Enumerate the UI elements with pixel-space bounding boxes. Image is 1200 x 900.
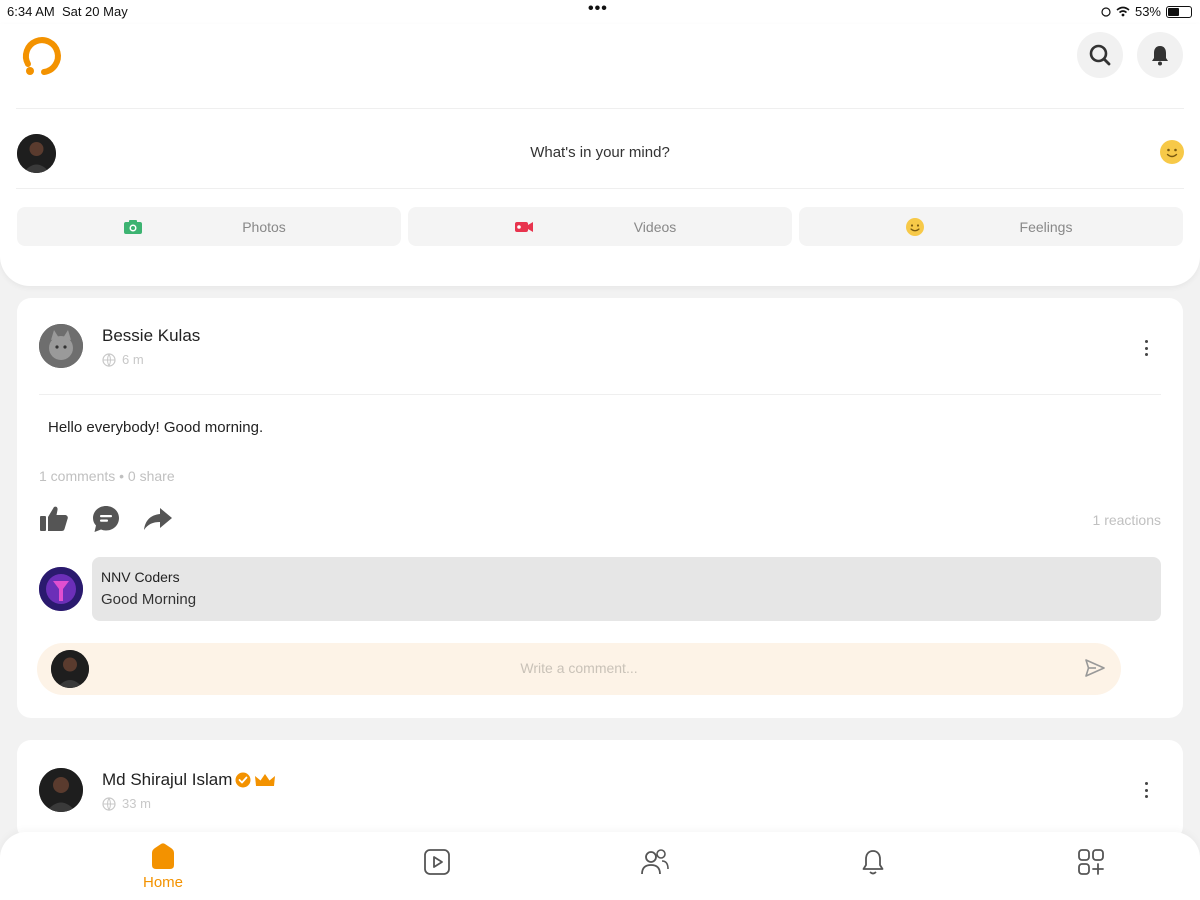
post-meta: 33 m — [102, 796, 151, 811]
more-options-icon[interactable] — [1143, 782, 1149, 798]
nnv-logo-icon — [39, 567, 83, 611]
nav-home-label: Home — [142, 874, 183, 891]
rotation-lock-icon — [1101, 6, 1111, 17]
status-right: 53% — [1101, 4, 1192, 19]
videos-button[interactable]: Videos — [408, 207, 792, 246]
status-time: 6:34 AM Sat 20 May — [7, 4, 128, 19]
author-avatar[interactable] — [39, 768, 83, 812]
top-section: What's in your mind? Photos Videos Feeli… — [0, 24, 1200, 286]
status-date: Sat 20 May — [61, 4, 128, 19]
multitasking-dots-icon[interactable]: ••• — [588, 0, 608, 18]
post-card: Bessie Kulas 6 m Hello everybody! Good m… — [17, 298, 1183, 718]
reactions-count[interactable]: 1 reactions — [1093, 512, 1161, 528]
globe-icon — [102, 352, 116, 367]
status-bar: 6:34 AM Sat 20 May ••• 53% — [0, 0, 1200, 24]
friends-icon — [641, 849, 669, 875]
search-button[interactable] — [1077, 32, 1123, 78]
comment-placeholder[interactable]: Write a comment... — [37, 660, 1121, 676]
commenter-avatar[interactable] — [39, 567, 83, 611]
author-name[interactable]: Md Shirajul Islam — [102, 770, 232, 790]
feelings-button[interactable]: Feelings — [799, 207, 1183, 246]
app-logo-icon[interactable] — [18, 34, 64, 80]
author-avatar[interactable] — [39, 324, 83, 368]
home-icon — [152, 843, 174, 869]
bottom-navigation: Home — [0, 832, 1200, 900]
person-icon — [39, 768, 83, 812]
divider — [16, 188, 1184, 189]
composer-actions: Photos Videos Feelings — [17, 207, 1183, 246]
video-play-icon — [424, 849, 450, 875]
author-name[interactable]: Bessie Kulas — [102, 326, 200, 346]
post-composer[interactable]: What's in your mind? — [0, 128, 1200, 178]
share-icon[interactable] — [143, 506, 173, 532]
battery-icon — [1166, 5, 1192, 18]
apps-add-icon — [1078, 849, 1104, 875]
photos-label: Photos — [242, 219, 286, 235]
photos-button[interactable]: Photos — [17, 207, 401, 246]
search-icon — [1089, 44, 1111, 66]
videos-label: Videos — [633, 219, 677, 235]
more-options-icon[interactable] — [1143, 340, 1149, 356]
comment-input[interactable]: Write a comment... — [37, 643, 1121, 695]
notifications-button[interactable] — [1137, 32, 1183, 78]
nav-friends[interactable] — [625, 848, 685, 898]
post-text: Hello everybody! Good morning. — [48, 419, 264, 436]
composer-placeholder[interactable]: What's in your mind? — [0, 144, 1200, 161]
feelings-label: Feelings — [1019, 219, 1073, 235]
bell-icon — [1152, 46, 1168, 66]
post-meta: 6 m — [102, 352, 144, 367]
comment-author[interactable]: NNV Coders — [101, 569, 1152, 585]
divider — [16, 108, 1184, 109]
crown-icon — [255, 774, 276, 786]
post-card: Md Shirajul Islam 33 m — [17, 740, 1183, 840]
nav-notifications[interactable] — [843, 848, 903, 898]
nav-apps[interactable] — [1061, 848, 1121, 898]
comment-bubble: NNV Coders Good Morning — [92, 557, 1161, 621]
post-time: 6 m — [122, 352, 144, 367]
globe-icon — [102, 796, 116, 811]
battery-percent: 53% — [1134, 4, 1161, 19]
like-icon[interactable] — [39, 505, 69, 533]
nav-videos[interactable] — [407, 848, 467, 898]
smiley-icon[interactable] — [1160, 140, 1184, 164]
post-time: 33 m — [122, 796, 151, 811]
cat-avatar-icon — [39, 324, 83, 368]
battery-fill — [1168, 7, 1180, 16]
divider — [39, 394, 1161, 395]
nav-home[interactable]: Home — [133, 842, 193, 892]
wifi-icon — [1116, 6, 1130, 17]
author-name-row: Md Shirajul Islam — [102, 770, 276, 790]
comment-icon[interactable] — [91, 504, 121, 534]
verified-badge-icon — [235, 772, 251, 788]
reaction-buttons — [39, 504, 173, 534]
send-icon[interactable] — [1085, 659, 1105, 677]
bell-icon — [862, 850, 884, 875]
comment-text: Good Morning — [101, 591, 197, 608]
post-stats[interactable]: 1 comments • 0 share — [39, 468, 175, 484]
